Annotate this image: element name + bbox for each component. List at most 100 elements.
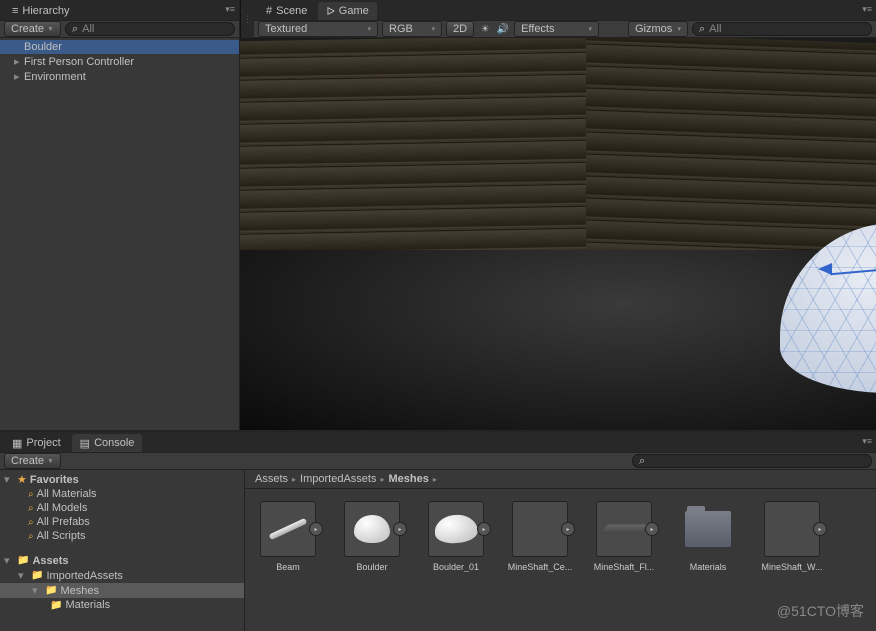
asset-item-boulder[interactable]: ▸ Boulder — [341, 501, 403, 572]
chevron-down-icon: ▾ — [589, 25, 593, 33]
console-tab[interactable]: ▤ Console — [72, 434, 143, 452]
play-badge-icon[interactable]: ▸ — [645, 522, 659, 536]
asset-label: MineShaft_Ce... — [505, 562, 575, 572]
create-label: Create — [11, 455, 44, 467]
render-mode-label: RGB — [389, 23, 413, 35]
create-button[interactable]: Create ▼ — [4, 21, 61, 37]
play-badge-icon[interactable]: ▸ — [309, 522, 323, 536]
scene-tab[interactable]: # Scene — [258, 2, 315, 20]
folder-label: Meshes — [60, 585, 99, 597]
chevron-down-icon: ▼ — [47, 26, 54, 33]
panel-drag-handle[interactable]: ⋮ — [240, 0, 254, 38]
panel-menu-icon[interactable]: ▾≡ — [225, 4, 235, 15]
folder-icon — [685, 511, 731, 547]
game-tab[interactable]: ᐅ Game — [318, 2, 376, 20]
sidebar-fav-materials[interactable]: ⌕All Materials — [0, 487, 244, 501]
gizmos-label: Gizmos — [635, 23, 672, 35]
2d-label: 2D — [453, 23, 467, 35]
gizmo-x-axis-icon[interactable] — [818, 263, 832, 275]
lighting-toggle-icon[interactable]: ☀ — [478, 22, 492, 36]
sidebar-folder-imported[interactable]: ▾ 📁 ImportedAssets — [0, 568, 244, 583]
scene-toolbar: Textured ▾ RGB ▾ 2D ☀ 🔊 Effects ▾ — [254, 20, 876, 38]
watermark: @51CTO博客 — [777, 601, 864, 621]
sidebar-fav-prefabs[interactable]: ⌕All Prefabs — [0, 515, 244, 529]
mesh-thumb-icon — [600, 525, 648, 534]
sidebar-folder-meshes[interactable]: ▾ 📁 Meshes — [0, 583, 244, 598]
asset-label: MineShaft_W... — [757, 562, 827, 572]
asset-item-beam[interactable]: ▸ Beam — [257, 501, 319, 572]
project-toolbar: Create ▼ ⌕ — [0, 452, 876, 470]
expand-icon[interactable]: ▾ — [32, 584, 42, 597]
panel-menu-icon[interactable]: ▾≡ — [862, 4, 872, 15]
folder-icon: 📁 — [17, 555, 29, 566]
project-search-input[interactable]: ⌕ — [632, 454, 872, 468]
asset-item-mineshaft-w[interactable]: ▸ MineShaft_W... — [761, 501, 823, 572]
audio-toggle-icon[interactable]: 🔊 — [496, 22, 510, 36]
fav-item-label: All Scripts — [37, 530, 86, 542]
expand-icon[interactable]: ▸ — [14, 55, 24, 68]
effects-dropdown[interactable]: Effects ▾ — [514, 21, 599, 37]
sidebar-assets[interactable]: ▾ 📁 Assets — [0, 553, 244, 568]
search-placeholder: All — [82, 23, 94, 35]
expand-icon[interactable]: ▾ — [4, 554, 14, 567]
sidebar-fav-scripts[interactable]: ⌕All Scripts — [0, 529, 244, 543]
selected-object-boulder[interactable] — [780, 223, 876, 393]
breadcrumb-item[interactable]: ImportedAssets — [300, 473, 376, 485]
play-badge-icon[interactable]: ▸ — [561, 522, 575, 536]
asset-item-mineshaft-ce[interactable]: ▸ MineShaft_Ce... — [509, 501, 571, 572]
hierarchy-item-environment[interactable]: ▸Environment — [0, 69, 239, 84]
hierarchy-tab-label: Hierarchy — [22, 5, 69, 17]
folder-icon: 📁 — [45, 585, 57, 596]
render-mode-dropdown[interactable]: RGB ▾ — [382, 21, 442, 37]
folder-label: ImportedAssets — [46, 570, 122, 582]
scene-icon: # — [266, 5, 272, 17]
asset-item-boulder01[interactable]: ▸ Boulder_01 — [425, 501, 487, 572]
project-tabs: ▦ Project ▤ Console ▾≡ — [0, 432, 876, 452]
scene-search-input[interactable]: ⌕ All — [692, 22, 872, 36]
create-button[interactable]: Create ▼ — [4, 453, 61, 469]
search-icon: ⌕ — [28, 489, 34, 500]
hierarchy-icon: ≡ — [12, 5, 18, 17]
expand-icon[interactable]: ▾ — [18, 569, 28, 582]
2d-toggle-button[interactable]: 2D — [446, 21, 474, 37]
play-badge-icon[interactable]: ▸ — [813, 522, 827, 536]
hierarchy-search-input[interactable]: ⌕ All — [65, 22, 235, 36]
game-icon: ᐅ — [326, 5, 334, 18]
star-icon: ★ — [17, 473, 27, 486]
chevron-right-icon: ▸ — [433, 475, 437, 484]
folder-icon: 📁 — [50, 600, 62, 611]
folder-label: Materials — [65, 599, 110, 611]
search-icon: ⌕ — [28, 517, 34, 528]
chevron-down-icon: ▾ — [677, 25, 681, 33]
scene-viewport[interactable] — [240, 38, 876, 430]
breadcrumb-item[interactable]: Assets — [255, 473, 288, 485]
search-icon: ⌕ — [639, 455, 645, 468]
mesh-thumb-icon — [354, 515, 390, 543]
sidebar-favorites[interactable]: ▾ ★ Favorites — [0, 472, 244, 487]
asset-item-materials-folder[interactable]: Materials — [677, 501, 739, 572]
breadcrumb: Assets ▸ ImportedAssets ▸ Meshes ▸ — [245, 470, 876, 489]
breadcrumb-item-current[interactable]: Meshes — [388, 473, 428, 485]
play-badge-icon[interactable]: ▸ — [393, 522, 407, 536]
sidebar-folder-materials[interactable]: 📁 Materials — [0, 598, 244, 612]
hierarchy-tab[interactable]: ≡ Hierarchy — [4, 2, 78, 20]
asset-item-mineshaft-fl[interactable]: ▸ MineShaft_Fl... — [593, 501, 655, 572]
chevron-down-icon: ▼ — [47, 458, 54, 465]
fav-item-label: All Materials — [37, 488, 97, 500]
chevron-right-icon: ▸ — [380, 475, 384, 484]
asset-label: Boulder — [337, 562, 407, 572]
shading-mode-dropdown[interactable]: Textured ▾ — [258, 21, 378, 37]
play-badge-icon[interactable]: ▸ — [477, 522, 491, 536]
hierarchy-item-fpc[interactable]: ▸First Person Controller — [0, 54, 239, 69]
gizmos-dropdown[interactable]: Gizmos ▾ — [628, 21, 688, 37]
hierarchy-item-boulder[interactable]: Boulder — [0, 40, 239, 54]
hierarchy-item-label: Environment — [24, 71, 86, 83]
expand-icon[interactable]: ▸ — [14, 70, 24, 83]
expand-icon[interactable]: ▾ — [4, 473, 14, 486]
console-icon: ▤ — [80, 437, 90, 450]
favorites-label: Favorites — [30, 474, 79, 486]
project-icon: ▦ — [12, 437, 22, 450]
project-tab[interactable]: ▦ Project — [4, 434, 69, 452]
panel-menu-icon[interactable]: ▾≡ — [862, 436, 872, 447]
sidebar-fav-models[interactable]: ⌕All Models — [0, 501, 244, 515]
